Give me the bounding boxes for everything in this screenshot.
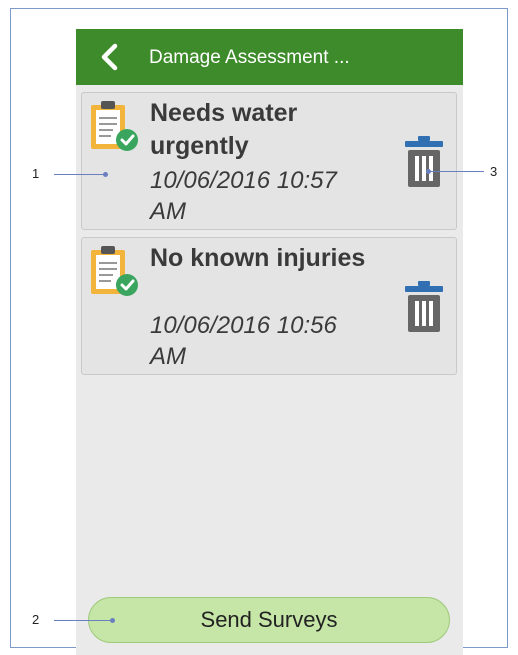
clipboard-check-icon [91,101,138,151]
survey-title: No known injuries [150,244,366,272]
callout-dot-2 [110,618,115,623]
trash-icon[interactable] [404,135,444,189]
survey-date: 10/06/2016 10:56 AM [150,312,337,370]
callout-label-3: 3 [490,164,498,179]
survey-date: 10/06/2016 10:57 AM [150,167,337,225]
callout-label-2: 2 [32,612,40,627]
callout-dot-1 [103,172,108,177]
clipboard-check-icon [91,246,138,296]
send-surveys-button[interactable]: Send Surveys [88,597,450,643]
app-header: Damage Assessment ... [76,29,463,85]
survey-list-item[interactable]: Needs water urgently 10/06/2016 10:57 AM [81,92,457,230]
callout-line-2 [54,620,112,621]
chevron-left-icon[interactable] [96,43,124,71]
page-title: Damage Assessment ... [149,47,350,68]
callout-label-1: 1 [32,166,40,181]
callout-line-1 [54,174,106,175]
phone-screen: Damage Assessment ... Needs water urgent… [76,29,463,655]
callout-dot-3 [426,169,431,174]
survey-title: Needs water urgently [150,99,298,160]
callout-line-3 [428,171,484,172]
trash-icon[interactable] [404,280,444,334]
survey-list-item[interactable]: No known injuries 10/06/2016 10:56 AM [81,237,457,375]
